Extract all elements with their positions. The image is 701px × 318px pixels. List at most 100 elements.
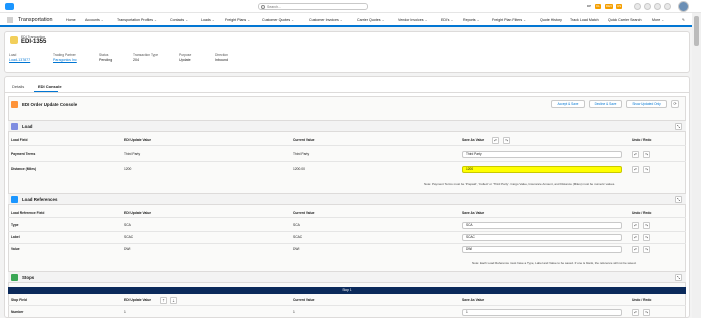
load-field-payment-terms: Payment Terms <box>11 152 36 156</box>
load-note: Note: Payment Terms must be 'Prepaid', '… <box>424 182 616 186</box>
load-edi-distance: 1200 <box>124 167 132 171</box>
save-as-type-input[interactable]: SCA <box>462 222 622 229</box>
stops-section-header: Stops ⤡ <box>8 271 686 283</box>
save-as-label-input[interactable]: SCAC <box>462 234 622 241</box>
nav-item-customer-quotes[interactable]: Customer Quotes⌄ <box>262 17 294 23</box>
help-icon[interactable] <box>654 3 661 10</box>
undo-icon[interactable]: ↶ <box>632 166 639 173</box>
nav-item-contacts[interactable]: Contacts⌄ <box>170 17 188 23</box>
nav-item-accounts[interactable]: Accounts⌄ <box>85 17 104 23</box>
sort-up-icon[interactable]: ⇡ <box>160 297 167 304</box>
accept-save-button[interactable]: Accept & Save <box>551 100 585 108</box>
nav-item-carrier-quotes[interactable]: Carrier Quotes⌄ <box>357 17 385 23</box>
field-value-status: Pending <box>99 58 113 62</box>
refresh-icon[interactable]: ⟳ <box>671 100 679 108</box>
refs-current-type: SCA <box>293 223 300 227</box>
redo-icon[interactable]: ↷ <box>643 151 650 158</box>
undo-icon[interactable]: ↶ <box>632 246 639 253</box>
redo-icon[interactable]: ↷ <box>643 222 650 229</box>
nav-item-more[interactable]: More⌄ <box>652 17 664 23</box>
global-header: Search... DP CL DEV US <box>0 0 701 13</box>
nav-item-transportation-profiles[interactable]: Transportation Profiles⌄ <box>117 17 157 23</box>
refs-field-value: Value <box>11 247 20 251</box>
sort-down-icon[interactable]: ⇣ <box>170 297 177 304</box>
stop-1-bar: Stop 1 <box>8 287 686 294</box>
save-as-payment-terms-input[interactable]: Third Party <box>462 151 622 158</box>
load-col-undo: Undo / Redo <box>632 138 652 142</box>
save-as-number-input[interactable]: 1 <box>462 309 622 316</box>
redo-icon[interactable]: ↷ <box>643 166 650 173</box>
avatar[interactable] <box>678 1 689 12</box>
undo-icon[interactable]: ↶ <box>632 234 639 241</box>
search-icon <box>261 5 265 9</box>
nav-item-vendor-invoices[interactable]: Vendor Invoices⌄ <box>398 17 428 23</box>
edit-nav-icon[interactable]: ✎ <box>682 17 685 23</box>
redo-all-icon[interactable]: ↷ <box>503 137 510 144</box>
field-value-transaction-type: 204 <box>133 58 139 62</box>
refs-note: Note: Each Load Reference must have a Ty… <box>472 261 637 265</box>
nav-item-reports[interactable]: Reports⌄ <box>463 17 480 23</box>
setup-icon[interactable] <box>644 3 651 10</box>
load-col-edi: EDI Update Value <box>124 138 152 142</box>
badge-cl: CL <box>595 4 601 9</box>
console-icon <box>11 101 18 108</box>
refs-col-save: Save As Value <box>462 211 485 215</box>
stops-col-save: Save As Value <box>462 298 485 302</box>
row-divider <box>8 243 686 244</box>
field-value-load-link[interactable]: Load-137877 <box>9 58 30 62</box>
load-edi-payment-terms: Third Party <box>124 152 141 156</box>
nav-item-freight-plans[interactable]: Freight Plans⌄ <box>225 17 250 23</box>
field-label-status: Status <box>99 53 109 57</box>
record-title: EDI-1355 <box>21 39 47 45</box>
nav-item-freight-plan-filters[interactable]: Freight Plan Filters⌄ <box>492 17 526 23</box>
app-nav-bar: Transportation Home Accounts⌄ Transporta… <box>0 13 701 27</box>
redo-icon[interactable]: ↷ <box>643 309 650 316</box>
stops-title: Stops <box>22 275 35 280</box>
nav-item-home[interactable]: Home <box>66 17 76 23</box>
nav-item-track-load-match[interactable]: Track Load Match <box>570 17 599 23</box>
save-as-distance-input[interactable]: 1200 <box>462 166 622 173</box>
scrollbar[interactable] <box>692 13 701 318</box>
app-launcher-icon[interactable] <box>7 17 13 23</box>
nav-item-edis[interactable]: EDI's⌄ <box>441 17 454 23</box>
save-as-value-input[interactable]: DWI <box>462 246 622 253</box>
collapse-icon[interactable]: ⤡ <box>675 274 682 281</box>
stops-col-edi: EDI Update Value <box>124 298 152 302</box>
stops-edi-number: 1 <box>124 310 126 314</box>
tab-details[interactable]: Details <box>12 84 24 90</box>
undo-icon[interactable]: ↶ <box>632 151 639 158</box>
refs-col-undo: Undo / Redo <box>632 211 652 215</box>
nav-item-quick-carrier-search[interactable]: Quick Carrier Search <box>608 17 642 23</box>
undo-icon[interactable]: ↶ <box>632 309 639 316</box>
stops-icon <box>11 274 18 281</box>
refs-edi-type: SCA <box>124 223 131 227</box>
global-search-input[interactable]: Search... <box>258 3 368 10</box>
redo-icon[interactable]: ↷ <box>643 246 650 253</box>
collapse-icon[interactable]: ⤡ <box>675 123 682 130</box>
scrollbar-thumb[interactable] <box>694 16 699 46</box>
load-current-payment-terms: Third Party <box>293 152 310 156</box>
gear-icon[interactable] <box>664 3 671 10</box>
undo-all-icon[interactable]: ↶ <box>492 137 499 144</box>
row-divider <box>8 217 686 218</box>
redo-icon[interactable]: ↷ <box>643 234 650 241</box>
nav-item-customer-invoices[interactable]: Customer Invoices⌄ <box>309 17 343 23</box>
nav-item-quote-history[interactable]: Quote History <box>540 17 562 23</box>
field-value-trading-partner-link[interactable]: Paragonics Inc <box>53 58 77 62</box>
stops-col-undo: Undo / Redo <box>632 298 652 302</box>
add-icon[interactable] <box>634 3 641 10</box>
show-updated-only-button[interactable]: Show Updated Only <box>626 100 667 108</box>
row-divider <box>8 231 686 232</box>
undo-icon[interactable]: ↶ <box>632 222 639 229</box>
cloud-logo-icon <box>5 3 14 10</box>
record-header: EDI Transaction EDI-1355 Load Load-13787… <box>4 31 690 73</box>
collapse-icon[interactable]: ⤡ <box>675 196 682 203</box>
field-label-transaction-type: Transaction Type <box>133 53 159 57</box>
refs-col-current: Current Value <box>293 211 315 215</box>
refs-field-type: Type <box>11 223 19 227</box>
decline-save-button[interactable]: Decline & Save <box>589 100 622 108</box>
nav-item-loads[interactable]: Loads⌄ <box>201 17 215 23</box>
field-label-trading-partner: Trading Partner <box>53 53 76 57</box>
refs-current-label: SCAC <box>293 235 303 239</box>
tab-edi-console[interactable]: EDI Console <box>38 84 62 90</box>
